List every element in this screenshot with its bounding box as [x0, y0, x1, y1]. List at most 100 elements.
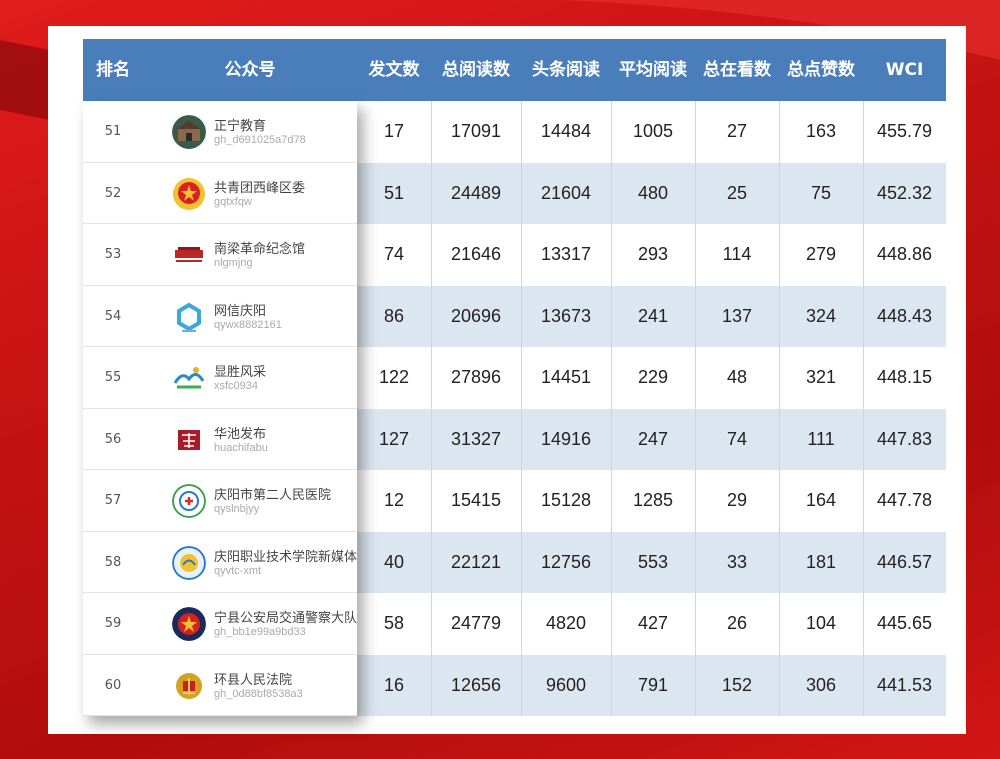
cell-headline-reads: 14916	[540, 428, 592, 449]
cell-posts: 74	[383, 244, 405, 264]
column-divider	[863, 347, 864, 409]
column-divider	[431, 101, 432, 163]
account-row[interactable]: 52 共青团西峰区委 gqtxfqw	[83, 163, 357, 224]
memorial-hall-icon	[172, 238, 206, 272]
column-divider	[521, 347, 522, 409]
account-row[interactable]: 51 正宁教育 gh_d691025a7d78	[83, 101, 357, 163]
account-row[interactable]: 55 显胜风采 xsfc0934	[83, 347, 357, 409]
column-divider	[611, 285, 612, 347]
account-id: qyvtc-xmt	[214, 564, 262, 577]
account-name[interactable]: 华池发布	[214, 423, 266, 442]
column-divider	[431, 654, 432, 716]
cell-wci: 441.53	[876, 674, 933, 695]
account-name[interactable]: 环县人民法院	[214, 669, 292, 688]
rank-number: 53	[104, 247, 122, 262]
cell-posts: 58	[383, 613, 405, 633]
account-row[interactable]: 53 南梁革命纪念馆 nlgmjng	[83, 224, 357, 286]
column-divider	[863, 593, 864, 655]
column-divider	[695, 101, 696, 163]
account-name[interactable]: 网信庆阳	[214, 300, 266, 319]
rank-number: 55	[104, 370, 122, 385]
cell-posts: 12	[383, 490, 405, 510]
cell-total-reads: 31327	[450, 428, 502, 449]
cell-total-likes: 75	[810, 182, 832, 203]
column-divider	[611, 347, 612, 409]
header-headline-reads: 头条阅读	[532, 60, 600, 80]
account-row[interactable]: 54 网信庆阳 qywx8882161	[83, 286, 357, 347]
column-divider	[431, 162, 432, 224]
column-divider	[779, 470, 780, 532]
court-emblem-icon	[172, 669, 206, 703]
cell-total-watching: 25	[726, 182, 748, 203]
cell-avg-reads: 427	[637, 613, 669, 633]
cell-headline-reads: 9600	[545, 674, 587, 695]
column-divider	[611, 408, 612, 470]
account-id: gh_bb1e99a9bd33	[214, 626, 306, 638]
rank-number: 56	[104, 431, 122, 447]
column-divider	[521, 531, 522, 593]
cell-total-reads: 24779	[450, 613, 502, 633]
account-row[interactable]: 58 庆阳职业技术学院新媒体 qyvtc-xmt	[83, 532, 357, 593]
cell-headline-reads: 21604	[540, 182, 592, 203]
column-divider	[863, 162, 864, 224]
column-divider	[521, 224, 522, 286]
account-id: xsfc0934	[214, 380, 259, 392]
ranking-table: 排名 公众号 发文数 总阅读数 头条阅读 平均阅读 总在看数 总点赞数 WCI …	[83, 39, 946, 716]
account-id: gqtxfqw	[214, 195, 252, 208]
column-divider	[695, 285, 696, 347]
cell-total-watching: 137	[721, 305, 753, 326]
rank-number: 52	[104, 185, 122, 201]
cell-posts: 51	[383, 182, 405, 203]
column-divider	[779, 285, 780, 347]
cell-wci: 455.79	[876, 121, 933, 141]
cell-avg-reads: 553	[637, 551, 669, 572]
column-divider	[779, 593, 780, 655]
cell-total-reads: 12656	[450, 674, 502, 695]
column-divider	[695, 408, 696, 470]
column-divider	[695, 470, 696, 532]
column-divider	[611, 162, 612, 224]
header-total-likes: 总点赞数	[787, 60, 855, 80]
account-name[interactable]: 共青团西峰区委	[214, 177, 305, 196]
column-divider	[863, 408, 864, 470]
cell-total-watching: 74	[726, 428, 748, 449]
rank-number: 57	[104, 493, 122, 508]
cell-total-watching: 152	[721, 674, 753, 695]
account-column: 51 正宁教育 gh_d691025a7d78 52 共青团西峰区委 gqtxfqw 53 南…	[83, 101, 357, 716]
account-name[interactable]: 庆阳职业技术学院新媒体	[214, 546, 357, 565]
cell-total-likes: 279	[805, 244, 837, 264]
cell-posts: 40	[383, 551, 405, 572]
column-divider	[779, 531, 780, 593]
account-name[interactable]: 正宁教育	[214, 115, 266, 134]
column-divider	[611, 593, 612, 655]
cell-total-watching: 33	[726, 551, 748, 572]
cell-total-watching: 26	[726, 613, 748, 633]
header-avg-reads: 平均阅读	[619, 60, 687, 80]
account-row[interactable]: 60 环县人民法院 gh_0d88bf8538a3	[83, 655, 357, 716]
rank-number: 60	[104, 677, 122, 693]
cell-total-reads: 27896	[450, 367, 502, 387]
account-name[interactable]: 显胜风采	[214, 361, 266, 380]
account-row[interactable]: 59 宁县公安局交通警察大队 gh_bb1e99a9bd33	[83, 593, 357, 655]
cell-headline-reads: 4820	[545, 613, 587, 633]
column-divider	[863, 101, 864, 163]
cell-headline-reads: 12756	[540, 551, 592, 572]
column-divider	[431, 224, 432, 286]
hospital-logo-icon	[172, 484, 206, 518]
cell-posts: 16	[383, 674, 405, 695]
landscape-logo-icon	[172, 361, 206, 395]
header-posts: 发文数	[368, 60, 420, 80]
cell-wci: 445.65	[876, 613, 933, 633]
column-divider	[695, 531, 696, 593]
header-wci: WCI	[885, 60, 924, 80]
account-row[interactable]: 57 庆阳市第二人民医院 qyslnbjyy	[83, 470, 357, 532]
column-divider	[521, 470, 522, 532]
column-divider	[863, 654, 864, 716]
account-name[interactable]: 南梁革命纪念馆	[214, 238, 305, 257]
account-row[interactable]: 56 华池发布 huachifabu	[83, 409, 357, 470]
cell-headline-reads: 14451	[540, 367, 592, 387]
cell-total-likes: 111	[807, 428, 835, 449]
cell-total-reads: 21646	[450, 244, 502, 264]
account-name[interactable]: 宁县公安局交通警察大队	[214, 607, 357, 626]
account-name[interactable]: 庆阳市第二人民医院	[214, 484, 331, 503]
